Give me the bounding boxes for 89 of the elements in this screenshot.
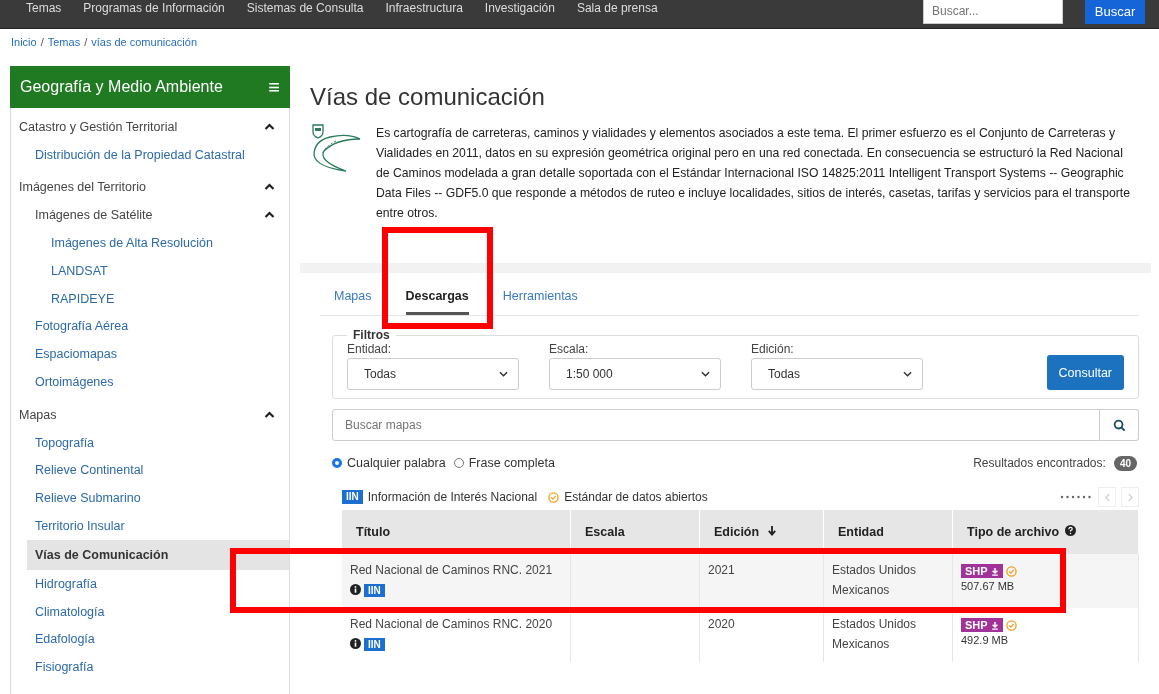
chevron-down-icon (701, 371, 710, 377)
help-icon (1064, 525, 1076, 536)
row-title[interactable]: Red Nacional de Caminos RNC. 2021 (350, 563, 553, 577)
info-icon[interactable] (350, 584, 361, 595)
sidebar-item[interactable]: Mapas (11, 400, 289, 429)
breadcrumb-separator: / (84, 36, 88, 48)
iin-badge: IIN (342, 490, 363, 504)
nav-link[interactable]: Investigación (484, 2, 555, 14)
description-text: Es cartografía de carreteras, caminos y vialidades y elementos asociados a este tema. El primer esfuerzo es el Conjunto de Carreteras y Vialidades en 2011, datos en su expresión geométrica original pero en una red conectada. En consecuencia se estructuró la Red Nacional de Caminos modelada a gran detalle soportada con el Estándar Internacional ISO 14825:2011 Intelligent Transport Systems -- Geographic Data Files -- GDF5.0 que responde a métodos de ruteo e incluye localidades, sitios de interés, casetas, tarifas y servicios para el transporte entre otros. (376, 125, 1131, 222)
sidebar-item[interactable]: Territorio Insular (11, 512, 289, 540)
info-icon[interactable] (350, 638, 361, 649)
nav-link[interactable]: Infraestructura (385, 2, 463, 14)
chevron-icon[interactable] (264, 183, 275, 192)
legend-label: Información de Interés Nacional (367, 490, 538, 504)
breadcrumb-link[interactable]: Inicio (11, 36, 37, 48)
field-label: Escala: (549, 342, 590, 356)
sidebar-item[interactable]: Hidrografía (11, 569, 289, 598)
breadcrumb-link[interactable]: vías de comunicación (91, 36, 197, 48)
page-title: Vías de comunicación (310, 83, 546, 111)
file-size: 507.67 MB (961, 580, 1016, 593)
table-cell: Estados Unidos Mexicanos (823, 554, 953, 608)
check-circle-icon (1005, 565, 1017, 577)
field-label: Edición: (751, 342, 795, 356)
table-cell: Estados Unidos Mexicanos (823, 608, 953, 662)
sidebar-item[interactable]: Ortoimágenes (11, 368, 289, 396)
sort-down-icon (766, 525, 777, 536)
breadcrumb-separator: / (40, 36, 44, 48)
chevron-icon[interactable] (264, 211, 275, 220)
check-circle-icon (1005, 619, 1017, 631)
shp-download-button[interactable]: SHP (961, 564, 1003, 578)
legend-label: Estándar de datos abiertos (564, 490, 708, 504)
filters-legend: Filtros (347, 328, 396, 342)
file-size: 492.9 MB (961, 634, 1010, 647)
consult-button[interactable]: Consultar (1046, 355, 1124, 390)
column-header[interactable]: Tipo de archivo (952, 510, 1139, 554)
search-icon[interactable] (1112, 418, 1126, 432)
radio-button[interactable] (332, 458, 342, 468)
search-button[interactable] (1100, 409, 1139, 441)
sidebar-item[interactable]: RAPIDEYE (11, 284, 289, 313)
table-cell: 2020 (699, 608, 824, 662)
chevron-icon[interactable] (264, 122, 275, 131)
iin-badge: IIN (364, 584, 385, 597)
radio-label[interactable]: Cualquier palabra (347, 456, 446, 470)
search-button[interactable]: Buscar (1085, 0, 1145, 24)
chevron-down-icon (499, 371, 508, 377)
results-count: 40 (1113, 455, 1137, 471)
tab[interactable]: Mapas (334, 277, 372, 315)
menu-icon[interactable]: ≡ (268, 77, 280, 97)
sidebar-item[interactable]: LANDSAT (11, 257, 289, 285)
sidebar-item[interactable]: Imágenes del Territorio (11, 173, 289, 202)
row-title[interactable]: Red Nacional de Caminos RNC. 2020 (350, 617, 553, 631)
search-field[interactable]: Buscar... (923, 0, 1063, 24)
download-icon[interactable] (990, 566, 999, 576)
sidebar-item[interactable]: Distribución de la Propiedad Catastral (11, 140, 289, 169)
sidebar-item[interactable]: Climatología (11, 597, 289, 626)
map-search-field[interactable]: Buscar mapas (332, 409, 1100, 441)
select-field[interactable]: Todas (347, 358, 519, 390)
sidebar-item[interactable]: Espaciomapas (11, 340, 289, 369)
select-field[interactable]: 1:50 000 (549, 358, 721, 390)
nav-link[interactable]: Sala de prensa (576, 2, 658, 14)
shp-download-button[interactable]: SHP (961, 618, 1003, 632)
nav-link[interactable]: Programas de Información (83, 2, 225, 14)
nav-link[interactable]: Sistemas de Consulta (246, 2, 364, 14)
tab[interactable]: Herramientas (502, 277, 578, 315)
sidebar-item[interactable]: Imágenes de Alta Resolución (11, 229, 289, 257)
breadcrumb-link[interactable]: Temas (47, 36, 81, 48)
sidebar-item[interactable]: Vías de Comunicación (27, 539, 289, 570)
sidebar-item[interactable]: Fotografía Aérea (11, 312, 289, 341)
sidebar-item[interactable]: Topografía (11, 428, 289, 457)
table-cell: 2021 (699, 554, 824, 608)
chevron-icon[interactable] (264, 410, 275, 419)
sidebar-title: Geografía y Medio Ambiente (20, 78, 223, 96)
dots-icon (1059, 494, 1093, 500)
download-icon[interactable] (990, 620, 999, 630)
sidebar-item[interactable]: Imágenes de Satélite (11, 201, 289, 230)
sidebar-item[interactable]: Relieve Continental (11, 456, 289, 485)
sidebar-item[interactable]: Edafología (11, 625, 289, 654)
sidebar-item[interactable]: Relieve Submarino (11, 484, 289, 513)
field-label: Entidad: (347, 342, 393, 356)
results-label: Resultados encontrados: (973, 456, 1106, 470)
nav-link[interactable]: Temas (26, 2, 62, 14)
tab[interactable]: Descargas (405, 277, 469, 315)
chevron-down-icon (903, 371, 912, 377)
radio-label[interactable]: Frase completa (468, 456, 555, 470)
select-field[interactable]: Todas (751, 358, 923, 390)
sidebar-item[interactable]: Fisiografía (11, 653, 289, 682)
iin-badge: IIN (364, 638, 385, 651)
check-circle-icon (548, 491, 560, 503)
sidebar-item[interactable]: Catastro y Gestión Territorial (11, 113, 289, 141)
